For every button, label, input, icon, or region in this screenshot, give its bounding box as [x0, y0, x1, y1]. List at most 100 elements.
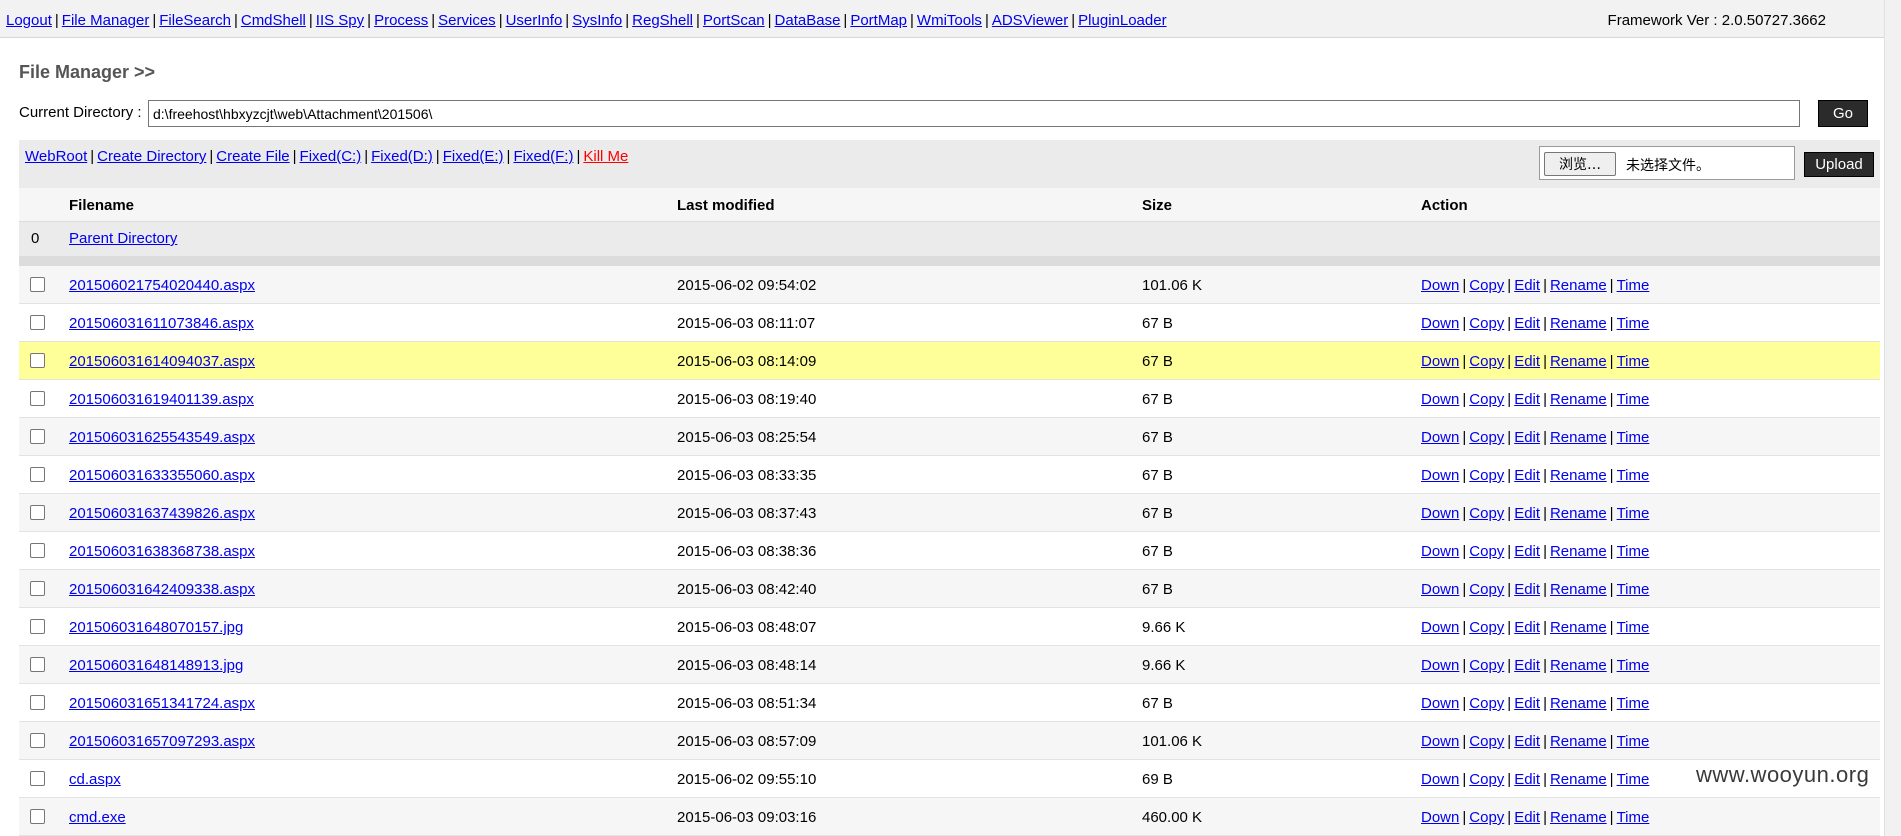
action-rename-link[interactable]: Rename: [1550, 429, 1607, 446]
action-down-link[interactable]: Down: [1421, 391, 1459, 408]
action-copy-link[interactable]: Copy: [1469, 543, 1504, 560]
action-copy-link[interactable]: Copy: [1469, 391, 1504, 408]
action-edit-link[interactable]: Edit: [1514, 467, 1540, 484]
row-checkbox[interactable]: [30, 657, 45, 672]
file-name-link[interactable]: 201506021754020440.aspx: [69, 277, 255, 294]
file-name-link[interactable]: 201506031657097293.aspx: [69, 733, 255, 750]
nav-link-filesearch[interactable]: FileSearch: [159, 12, 231, 29]
action-edit-link[interactable]: Edit: [1514, 695, 1540, 712]
action-copy-link[interactable]: Copy: [1469, 277, 1504, 294]
action-edit-link[interactable]: Edit: [1514, 277, 1540, 294]
file-name-link[interactable]: 201506031633355060.aspx: [69, 467, 255, 484]
action-down-link[interactable]: Down: [1421, 277, 1459, 294]
action-time-link[interactable]: Time: [1617, 733, 1650, 750]
toolbar-link-fixed-e[interactable]: Fixed(E:): [443, 148, 504, 165]
action-copy-link[interactable]: Copy: [1469, 353, 1504, 370]
toolbar-link-webroot[interactable]: WebRoot: [25, 148, 87, 165]
action-copy-link[interactable]: Copy: [1469, 733, 1504, 750]
row-checkbox[interactable]: [30, 391, 45, 406]
action-time-link[interactable]: Time: [1617, 353, 1650, 370]
nav-link-logout[interactable]: Logout: [6, 12, 52, 29]
file-name-link[interactable]: cmd.exe: [69, 809, 126, 826]
action-rename-link[interactable]: Rename: [1550, 315, 1607, 332]
parent-directory-link[interactable]: Parent Directory: [69, 230, 177, 247]
action-rename-link[interactable]: Rename: [1550, 695, 1607, 712]
row-checkbox[interactable]: [30, 467, 45, 482]
action-time-link[interactable]: Time: [1617, 315, 1650, 332]
action-edit-link[interactable]: Edit: [1514, 771, 1540, 788]
file-name-link[interactable]: 201506031642409338.aspx: [69, 581, 255, 598]
toolbar-link-create-directory[interactable]: Create Directory: [97, 148, 206, 165]
action-copy-link[interactable]: Copy: [1469, 429, 1504, 446]
action-edit-link[interactable]: Edit: [1514, 315, 1540, 332]
file-name-link[interactable]: 201506031637439826.aspx: [69, 505, 255, 522]
action-copy-link[interactable]: Copy: [1469, 315, 1504, 332]
action-down-link[interactable]: Down: [1421, 429, 1459, 446]
row-checkbox[interactable]: [30, 315, 45, 330]
file-name-link[interactable]: 201506031614094037.aspx: [69, 353, 255, 370]
action-down-link[interactable]: Down: [1421, 543, 1459, 560]
action-rename-link[interactable]: Rename: [1550, 543, 1607, 560]
action-copy-link[interactable]: Copy: [1469, 695, 1504, 712]
action-down-link[interactable]: Down: [1421, 353, 1459, 370]
file-name-link[interactable]: 201506031651341724.aspx: [69, 695, 255, 712]
toolbar-link-create-file[interactable]: Create File: [216, 148, 289, 165]
action-copy-link[interactable]: Copy: [1469, 809, 1504, 826]
action-copy-link[interactable]: Copy: [1469, 657, 1504, 674]
action-edit-link[interactable]: Edit: [1514, 391, 1540, 408]
nav-link-services[interactable]: Services: [438, 12, 496, 29]
file-name-link[interactable]: 201506031625543549.aspx: [69, 429, 255, 446]
row-checkbox[interactable]: [30, 809, 45, 824]
row-checkbox[interactable]: [30, 277, 45, 292]
action-edit-link[interactable]: Edit: [1514, 809, 1540, 826]
row-checkbox[interactable]: [30, 619, 45, 634]
row-checkbox[interactable]: [30, 733, 45, 748]
nav-link-pluginloader[interactable]: PluginLoader: [1078, 12, 1166, 29]
file-name-link[interactable]: 201506031638368738.aspx: [69, 543, 255, 560]
nav-link-database[interactable]: DataBase: [775, 12, 841, 29]
action-edit-link[interactable]: Edit: [1514, 657, 1540, 674]
action-time-link[interactable]: Time: [1617, 619, 1650, 636]
action-rename-link[interactable]: Rename: [1550, 505, 1607, 522]
action-edit-link[interactable]: Edit: [1514, 429, 1540, 446]
row-checkbox[interactable]: [30, 581, 45, 596]
file-name-link[interactable]: 201506031619401139.aspx: [69, 391, 254, 408]
current-directory-input[interactable]: [148, 100, 1800, 127]
action-copy-link[interactable]: Copy: [1469, 771, 1504, 788]
action-time-link[interactable]: Time: [1617, 543, 1650, 560]
action-down-link[interactable]: Down: [1421, 505, 1459, 522]
action-copy-link[interactable]: Copy: [1469, 505, 1504, 522]
action-rename-link[interactable]: Rename: [1550, 277, 1607, 294]
action-time-link[interactable]: Time: [1617, 581, 1650, 598]
upload-button[interactable]: Upload: [1804, 152, 1874, 177]
action-down-link[interactable]: Down: [1421, 581, 1459, 598]
action-rename-link[interactable]: Rename: [1550, 391, 1607, 408]
action-time-link[interactable]: Time: [1617, 657, 1650, 674]
action-copy-link[interactable]: Copy: [1469, 467, 1504, 484]
nav-link-cmdshell[interactable]: CmdShell: [241, 12, 306, 29]
nav-link-adsviewer[interactable]: ADSViewer: [992, 12, 1068, 29]
action-time-link[interactable]: Time: [1617, 505, 1650, 522]
action-down-link[interactable]: Down: [1421, 809, 1459, 826]
action-rename-link[interactable]: Rename: [1550, 467, 1607, 484]
row-checkbox[interactable]: [30, 771, 45, 786]
vertical-scrollbar[interactable]: [1884, 0, 1901, 836]
row-checkbox[interactable]: [30, 353, 45, 368]
nav-link-portmap[interactable]: PortMap: [850, 12, 907, 29]
nav-link-userinfo[interactable]: UserInfo: [506, 12, 563, 29]
toolbar-link-fixed-d[interactable]: Fixed(D:): [371, 148, 433, 165]
action-rename-link[interactable]: Rename: [1550, 619, 1607, 636]
nav-link-sysinfo[interactable]: SysInfo: [572, 12, 622, 29]
browse-button[interactable]: 浏览…: [1544, 152, 1616, 176]
action-edit-link[interactable]: Edit: [1514, 581, 1540, 598]
action-rename-link[interactable]: Rename: [1550, 657, 1607, 674]
action-down-link[interactable]: Down: [1421, 619, 1459, 636]
action-down-link[interactable]: Down: [1421, 695, 1459, 712]
action-down-link[interactable]: Down: [1421, 467, 1459, 484]
action-time-link[interactable]: Time: [1617, 467, 1650, 484]
action-time-link[interactable]: Time: [1617, 277, 1650, 294]
file-name-link[interactable]: cd.aspx: [69, 771, 121, 788]
action-rename-link[interactable]: Rename: [1550, 809, 1607, 826]
action-down-link[interactable]: Down: [1421, 657, 1459, 674]
action-down-link[interactable]: Down: [1421, 315, 1459, 332]
